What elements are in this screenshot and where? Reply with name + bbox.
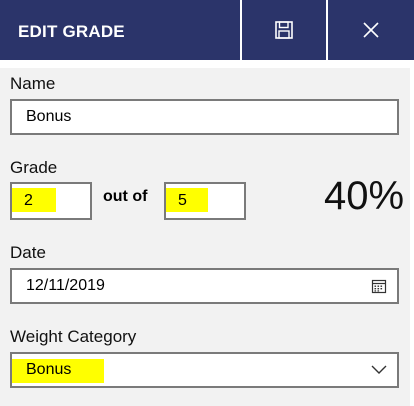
name-field-value: Bonus: [26, 108, 72, 125]
grade-input-value: 2: [24, 192, 33, 209]
chevron-down-icon[interactable]: [371, 365, 387, 375]
close-button[interactable]: [326, 0, 414, 60]
close-icon: [363, 22, 379, 38]
grade-highlight: [12, 188, 56, 212]
name-label: Name: [10, 74, 56, 93]
out-of-input[interactable]: 5: [164, 182, 246, 220]
dialog-edge: [410, 68, 414, 406]
dialog-title: EDIT GRADE: [18, 22, 125, 41]
save-icon: [275, 21, 293, 39]
dialog-header: EDIT GRADE: [0, 0, 414, 60]
calendar-icon[interactable]: [371, 278, 387, 294]
date-picker[interactable]: 12/11/2019: [10, 268, 399, 304]
weight-category-label: Weight Category: [10, 327, 137, 346]
date-label: Date: [10, 243, 46, 262]
out-of-input-value: 5: [178, 192, 187, 209]
grade-label: Grade: [10, 158, 58, 177]
name-field[interactable]: Bonus: [10, 99, 399, 135]
out-of-label: out of: [103, 188, 148, 205]
date-picker-value: 12/11/2019: [26, 277, 105, 294]
grade-percent: 40%: [324, 174, 405, 218]
header-divider: [0, 60, 414, 68]
weight-category-value: Bonus: [26, 361, 72, 378]
grade-input[interactable]: 2: [10, 182, 92, 220]
weight-category-dropdown[interactable]: Bonus: [10, 352, 399, 388]
out-of-highlight: [166, 188, 208, 212]
save-button[interactable]: [240, 0, 326, 60]
